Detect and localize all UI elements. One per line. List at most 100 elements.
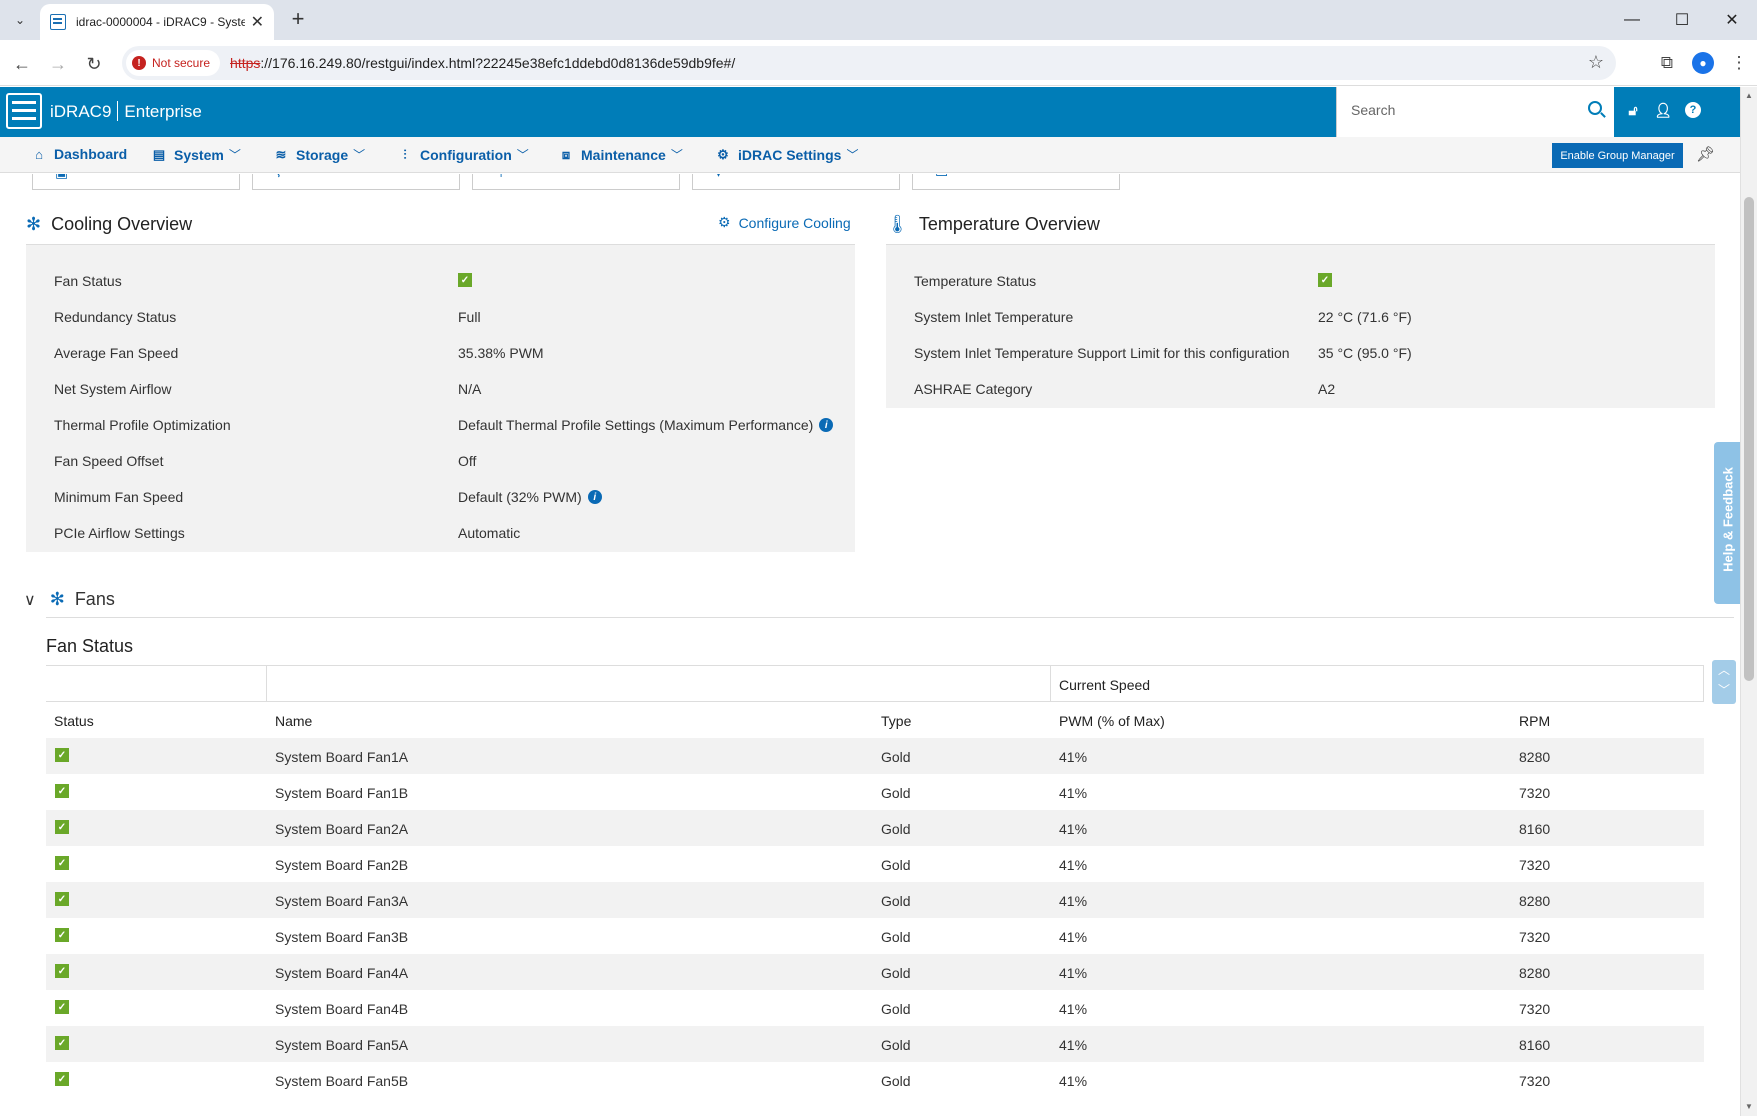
summary-card[interactable]: ▭: [912, 174, 1120, 190]
prop-label: Temperature Status: [914, 273, 1037, 289]
table-row: ✓ System Board Fan1A Gold 41% 8280: [46, 738, 1704, 774]
help-icon[interactable]: ?: [1684, 101, 1702, 119]
enable-group-manager-button[interactable]: Enable Group Manager: [1552, 143, 1683, 168]
prop-label: System Inlet Temperature Support Limit f…: [914, 345, 1290, 361]
fan-type: Gold: [881, 893, 911, 909]
temperature-row: Temperature Status ✓: [886, 263, 1715, 299]
avatar: ●: [1692, 52, 1714, 74]
help-feedback-tab[interactable]: Help & Feedback: [1714, 442, 1740, 604]
browser-menu-icon[interactable]: ⋮: [1721, 48, 1757, 78]
nav-storage[interactable]: ≋ Storage ﹀: [274, 146, 366, 163]
fan-pwm: 41%: [1059, 929, 1088, 945]
search-box: [1336, 87, 1614, 137]
nav-maintenance[interactable]: ⧈ Maintenance ﹀: [559, 146, 683, 163]
page-scrollbar[interactable]: ▲ ▼: [1740, 87, 1757, 1116]
cooling-row: Fan Status ✓: [26, 263, 855, 299]
fan-pwm: 41%: [1059, 857, 1088, 873]
fans-section-header[interactable]: ∨ ✻ Fans: [24, 589, 115, 610]
reload-icon[interactable]: ↻: [80, 50, 108, 78]
fan-type: Gold: [881, 1073, 911, 1089]
fan-name: System Board Fan4A: [275, 965, 409, 981]
cooling-row: PCIe Airflow Settings Automatic: [26, 515, 855, 551]
table-scroll-nav[interactable]: ︿ ﹀: [1712, 660, 1736, 704]
profile-icon[interactable]: ●: [1685, 48, 1721, 78]
card-icon: ▾: [715, 174, 722, 181]
table-row: ✓ System Board Fan5B Gold 41% 7320: [46, 1062, 1704, 1098]
cooling-row: Average Fan Speed 35.38% PWM: [26, 335, 855, 371]
back-icon[interactable]: ←: [8, 50, 36, 78]
fan-name: System Board Fan5A: [275, 1037, 409, 1053]
lock-icon[interactable]: 🔓︎: [1624, 101, 1642, 119]
cooling-row: Net System Airflow N/A: [26, 371, 855, 407]
chevron-down-icon: ﹀: [228, 148, 241, 162]
nav-idrac-settings[interactable]: ⚙ iDRAC Settings ﹀: [716, 146, 858, 163]
fan-status-title: Fan Status: [46, 636, 134, 656]
extensions-icon[interactable]: ⧉: [1649, 48, 1685, 78]
col-pwm[interactable]: PWM (% of Max): [1059, 713, 1165, 729]
scrollbar-thumb[interactable]: [1744, 197, 1754, 681]
info-icon[interactable]: i: [819, 418, 834, 432]
fan-type: Gold: [881, 857, 911, 873]
warning-icon: !: [132, 56, 146, 70]
configure-cooling-label: Configure Cooling: [738, 214, 851, 231]
tab-search-chevron-icon[interactable]: ⌄: [8, 8, 32, 32]
close-window-icon[interactable]: ✕: [1707, 0, 1757, 40]
col-status[interactable]: Status: [54, 713, 94, 729]
new-tab-icon[interactable]: +: [284, 6, 312, 34]
gear-icon: ⚙: [717, 146, 729, 162]
minimize-icon[interactable]: —: [1607, 0, 1657, 40]
table-row: ✓ System Board Fan4A Gold 41% 8280: [46, 954, 1704, 990]
gear-icon: ⚙: [718, 214, 731, 230]
group-header-cell: [267, 666, 1051, 702]
home-icon: ⌂: [35, 146, 43, 162]
nav-label: Dashboard: [54, 146, 128, 162]
user-icon[interactable]: 👤︎: [1654, 101, 1672, 119]
chevron-down-icon: ﹀: [516, 148, 529, 162]
ok-check-icon: ✓: [55, 964, 69, 978]
maximize-icon[interactable]: ☐: [1657, 0, 1707, 40]
prop-label: Minimum Fan Speed: [54, 489, 184, 505]
col-name[interactable]: Name: [275, 713, 312, 729]
pin-icon[interactable]: 📌︎: [1696, 145, 1715, 163]
url-text[interactable]: https://176.16.249.80/restgui/index.html…: [230, 55, 735, 71]
ok-check-icon: ✓: [55, 784, 69, 798]
prop-value: 22 °C (71.6 °F): [1318, 309, 1412, 325]
scroll-up-icon[interactable]: ▲: [1744, 91, 1754, 101]
summary-card[interactable]: ⊤: [472, 174, 680, 190]
summary-card[interactable]: ▣: [32, 174, 240, 190]
close-tab-icon[interactable]: ✕: [251, 12, 264, 32]
browser-tab[interactable]: idrac-0000004 - iDRAC9 - System ✕: [40, 4, 274, 40]
fan-rpm: 8280: [1519, 893, 1551, 909]
ok-check-icon: ✓: [55, 928, 69, 942]
ok-check-icon: ✓: [55, 748, 69, 762]
bookmark-star-icon[interactable]: ☆: [1588, 52, 1604, 73]
forward-icon[interactable]: →: [44, 50, 72, 78]
col-rpm[interactable]: RPM: [1519, 713, 1550, 729]
prop-value: Default (32% PWM) i: [458, 489, 602, 505]
prop-value: Off: [458, 453, 477, 469]
summary-card[interactable]: ⌇: [252, 174, 460, 190]
info-icon[interactable]: i: [587, 490, 602, 504]
temperature-panel: Temperature Status ✓ System Inlet Temper…: [886, 244, 1715, 408]
scroll-down-icon[interactable]: ▼: [1744, 1102, 1754, 1112]
prop-value-text: Default (32% PWM): [458, 489, 582, 505]
section-title-text: Temperature Overview: [918, 214, 1100, 234]
summary-card[interactable]: ▾: [692, 174, 900, 190]
nav-configuration[interactable]: ⫶ Configuration ﹀: [398, 146, 529, 163]
cooling-overview-title: ✻ Cooling Overview: [26, 214, 192, 235]
table-row: ✓ System Board Fan4B Gold 41% 7320: [46, 990, 1704, 1026]
nav-system[interactable]: ▤ System ﹀: [152, 146, 241, 163]
temperature-row: System Inlet Temperature Support Limit f…: [886, 335, 1715, 371]
table-row: ✓ System Board Fan2B Gold 41% 7320: [46, 846, 1704, 882]
search-icon[interactable]: [1588, 101, 1602, 115]
chevron-down-icon[interactable]: ∨: [24, 590, 36, 610]
address-bar[interactable]: ! Not secure https://176.16.249.80/restg…: [122, 46, 1616, 80]
nav-dashboard[interactable]: ⌂ Dashboard: [32, 146, 127, 162]
chevron-down-icon[interactable]: ﹀: [1712, 680, 1736, 700]
configure-cooling-link[interactable]: ⚙ Configure Cooling: [718, 214, 851, 231]
security-indicator[interactable]: ! Not secure: [126, 50, 221, 76]
chevron-up-icon[interactable]: ︿: [1712, 660, 1736, 680]
col-type[interactable]: Type: [881, 713, 911, 729]
search-input[interactable]: [1351, 102, 1571, 118]
ok-check-icon: ✓: [55, 1036, 69, 1050]
